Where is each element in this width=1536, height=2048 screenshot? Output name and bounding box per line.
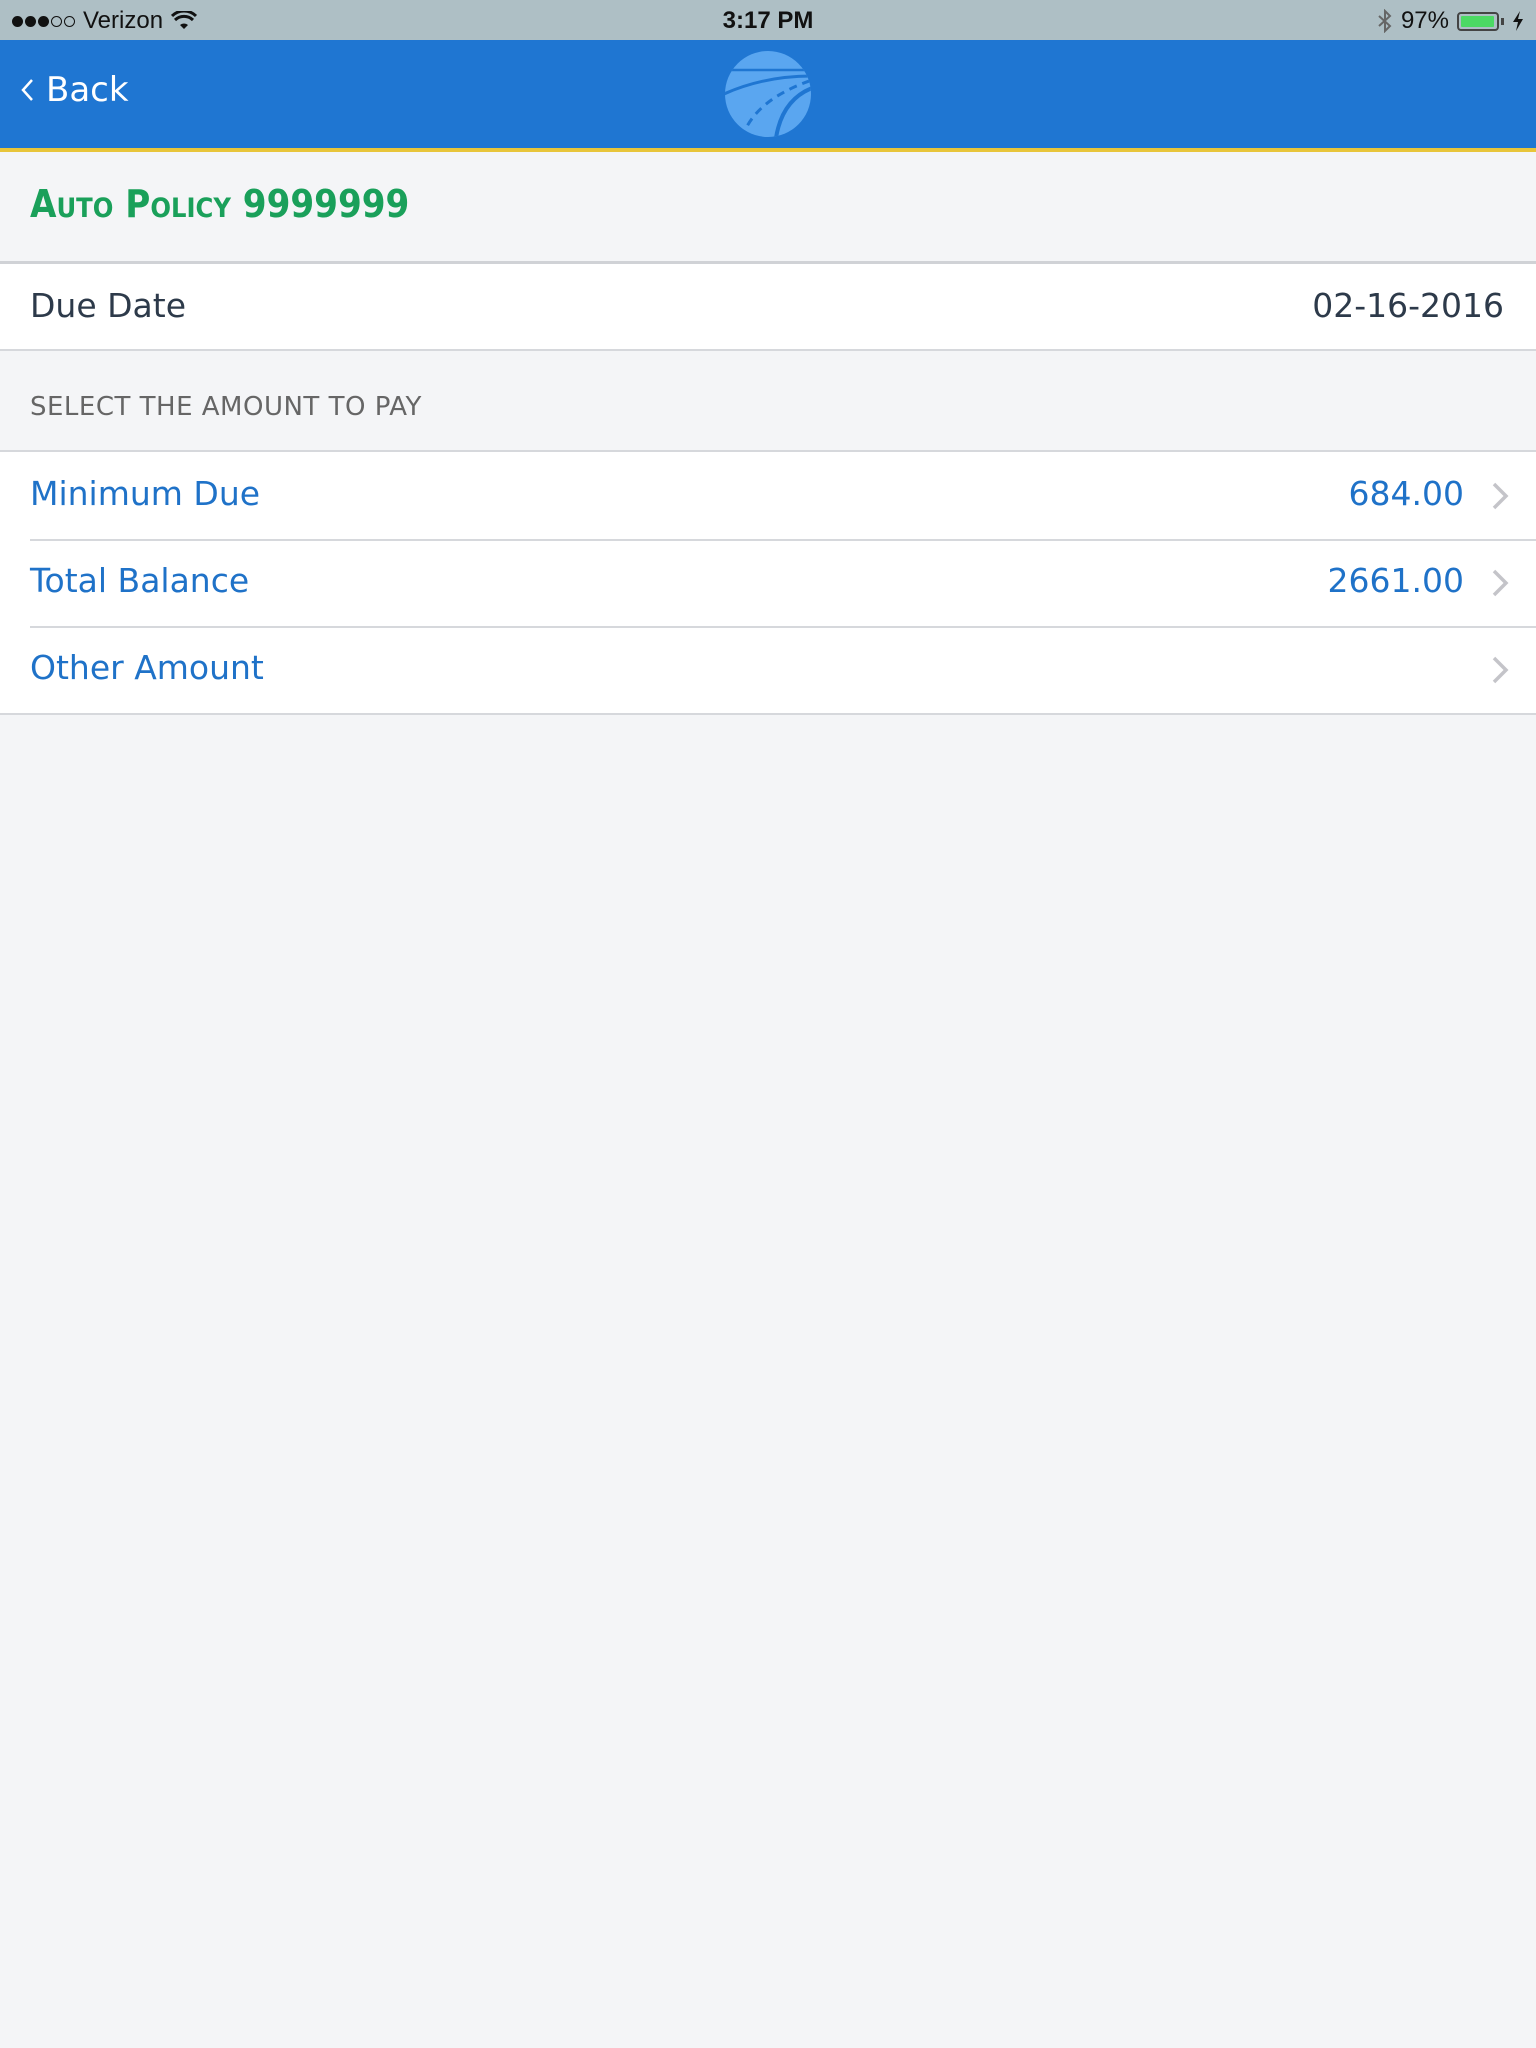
due-date-value: 02-16-2016 xyxy=(1312,286,1504,325)
navigation-bar: Back xyxy=(0,40,1536,152)
battery-percent: 97% xyxy=(1400,7,1449,34)
amount-option-minimum-due[interactable]: Minimum Due 684.00 xyxy=(0,452,1536,539)
status-right: 97% xyxy=(1377,7,1524,35)
back-label: Back xyxy=(46,70,129,110)
status-time: 3:17 PM xyxy=(722,7,814,34)
chevron-right-icon xyxy=(1492,656,1509,684)
due-date-row: Due Date 02-16-2016 xyxy=(0,264,1536,351)
section-header: SELECT THE AMOUNT TO PAY xyxy=(30,392,422,422)
battery-fill xyxy=(1461,15,1494,27)
back-button[interactable]: Back xyxy=(20,70,129,110)
due-date-label: Due Date xyxy=(30,286,186,325)
amount-option-total-balance[interactable]: Total Balance 2661.00 xyxy=(0,539,1536,626)
amount-option-value: 2661.00 xyxy=(1327,561,1464,600)
road-globe-logo-icon xyxy=(725,51,811,137)
status-bar: Verizon 3:17 PM 97% xyxy=(0,0,1536,40)
battery-tip xyxy=(1501,17,1504,25)
chevron-right-icon xyxy=(1492,482,1509,510)
amount-option-label: Minimum Due xyxy=(30,474,261,513)
chevron-right-icon xyxy=(1492,569,1509,597)
amount-options-list: Minimum Due 684.00 Total Balance 2661.00… xyxy=(0,450,1536,715)
battery-icon xyxy=(1457,11,1499,31)
amount-option-other-amount[interactable]: Other Amount xyxy=(0,626,1536,713)
amount-option-value: 684.00 xyxy=(1348,474,1464,513)
amount-option-label: Total Balance xyxy=(30,561,250,600)
policy-title: Auto Policy 9999999 xyxy=(30,182,410,226)
chevron-left-icon xyxy=(21,79,33,101)
policy-header: Auto Policy 9999999 xyxy=(0,152,1536,264)
amount-option-label: Other Amount xyxy=(30,648,264,687)
charging-icon xyxy=(1513,11,1523,31)
bluetooth-icon xyxy=(1378,9,1392,33)
